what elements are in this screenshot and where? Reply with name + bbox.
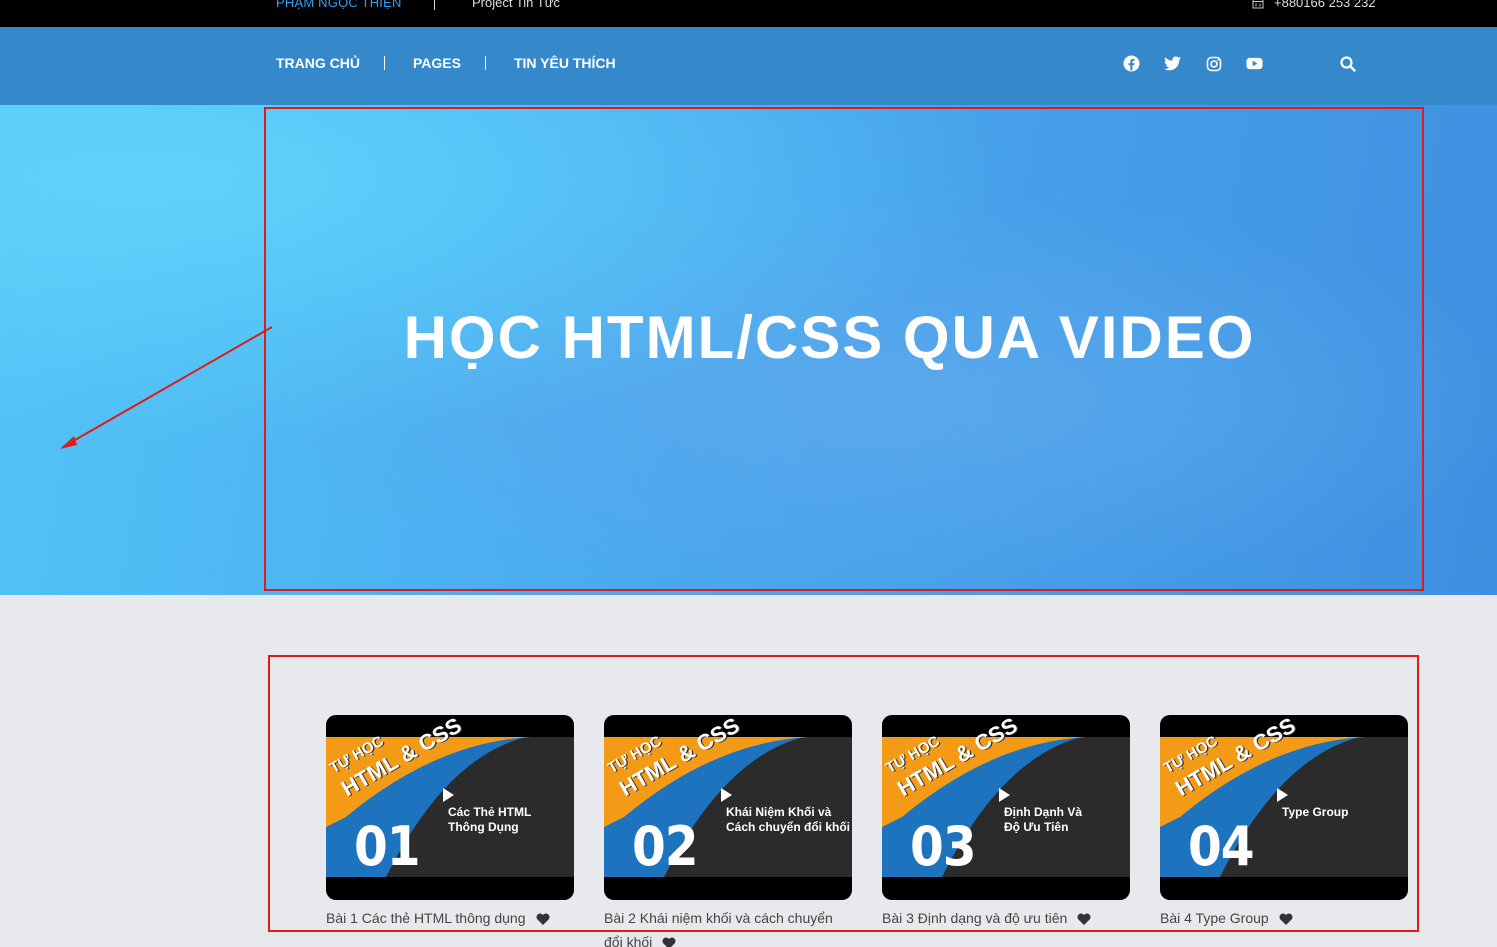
video-caption: Bài 4 Type Group [1160, 906, 1408, 932]
twitter-icon[interactable] [1164, 55, 1181, 72]
video-thumbnail[interactable]: TỰ HỌC HTML & CSS Định Dạnh Và Độ Ưu Tiên … [882, 715, 1130, 900]
nav-divider [384, 56, 385, 70]
thumbnail-subtitle: Các Thẻ HTML Thông Dụng [448, 805, 532, 834]
heart-icon[interactable] [662, 932, 676, 947]
heart-icon[interactable] [1279, 908, 1293, 932]
youtube-icon[interactable] [1246, 55, 1263, 72]
phone-number: +880166 253 232 [1274, 0, 1376, 10]
calendar-icon [1252, 0, 1264, 8]
video-title[interactable]: Bài 1 Các thẻ HTML thông dụng [326, 910, 526, 926]
play-icon [443, 788, 454, 802]
video-card[interactable]: TỰ HỌC HTML & CSS Khái Niệm Khối và Cách c… [604, 715, 852, 947]
play-icon [721, 788, 732, 802]
annotation-arrow [60, 326, 273, 449]
heart-icon[interactable] [1077, 908, 1091, 932]
phone-contact: +880166 253 232 [1252, 0, 1376, 10]
thumbnail-subtitle: Định Dạnh Và Độ Ưu Tiên [1004, 805, 1083, 834]
social-links [1123, 55, 1263, 72]
lesson-number: 01 [354, 815, 421, 878]
video-title[interactable]: Bài 2 Khái niệm khối và cách chuyển đổi … [604, 910, 833, 947]
lesson-number: 04 [1188, 815, 1255, 878]
main-menu: TRANG CHỦ PAGES TIN YÊU THÍCH [276, 55, 616, 71]
lesson-number: 02 [632, 815, 699, 878]
video-list: TỰ HỌC HTML & CSS Các Thẻ HTML Thông Dụng … [326, 715, 1408, 947]
video-card[interactable]: TỰ HỌC HTML & CSS Định Dạnh Và Độ Ưu Tiên … [882, 715, 1130, 947]
video-title[interactable]: Bài 4 Type Group [1160, 910, 1269, 926]
lesson-number: 03 [910, 815, 977, 878]
nav-item-favorites[interactable]: TIN YÊU THÍCH [514, 55, 616, 71]
video-caption: Bài 3 Định dạng và độ ưu tiên [882, 906, 1130, 932]
heart-icon[interactable] [536, 908, 550, 932]
video-title[interactable]: Bài 3 Định dạng và độ ưu tiên [882, 910, 1067, 926]
video-card[interactable]: TỰ HỌC HTML & CSS Các Thẻ HTML Thông Dụng … [326, 715, 574, 947]
nav-divider [484, 56, 486, 70]
play-icon [1277, 788, 1288, 802]
video-thumbnail[interactable]: TỰ HỌC HTML & CSS Các Thẻ HTML Thông Dụng … [326, 715, 574, 900]
topbar-divider [434, 0, 435, 10]
video-thumbnail[interactable]: TỰ HỌC HTML & CSS Khái Niệm Khối và Cách c… [604, 715, 852, 900]
play-icon [999, 788, 1010, 802]
thumbnail-subtitle: Type Group [1282, 805, 1349, 819]
facebook-icon[interactable] [1123, 55, 1140, 72]
project-label[interactable]: Project Tin Tức [472, 0, 560, 10]
annotation-box-hero [264, 107, 1424, 591]
instagram-icon[interactable] [1205, 55, 1222, 72]
video-caption: Bài 2 Khái niệm khối và cách chuyển đổi … [604, 906, 852, 947]
video-card[interactable]: TỰ HỌC HTML & CSS Type Group 04 Bài 4 Typ… [1160, 715, 1408, 947]
video-thumbnail[interactable]: TỰ HỌC HTML & CSS Type Group 04 [1160, 715, 1408, 900]
video-caption: Bài 1 Các thẻ HTML thông dụng [326, 906, 574, 932]
search-icon[interactable] [1340, 56, 1356, 77]
thumbnail-subtitle: Khái Niệm Khối và Cách chuyển đổi khối [726, 805, 851, 834]
nav-item-pages[interactable]: PAGES [413, 55, 461, 71]
